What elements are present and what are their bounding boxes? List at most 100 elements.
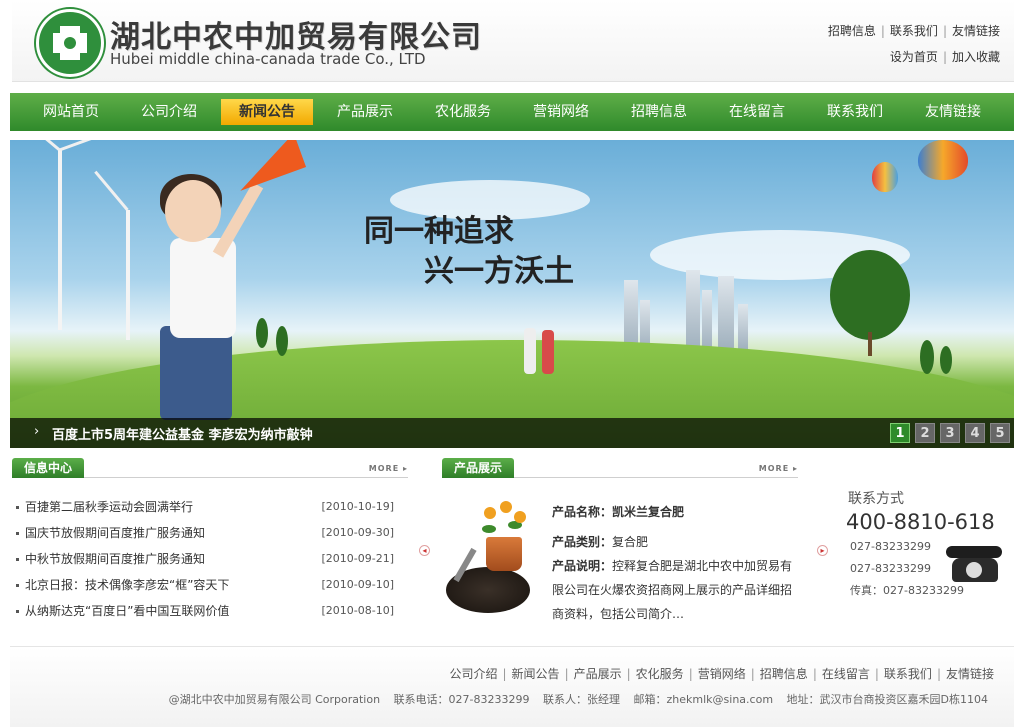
footer-phone: 联系电话：027-83233299 bbox=[393, 693, 530, 706]
news-date: [2010-08-10] bbox=[321, 604, 394, 617]
product-desc-label: 产品说明： bbox=[552, 559, 613, 573]
footer-links: 公司介绍 | 新闻公告 | 产品展示 | 农化服务 | 营销网络 | 招聘信息 | 在线留言 | 联系我们 |… bbox=[449, 667, 994, 681]
footer-link-products[interactable]: 产品展示 bbox=[574, 667, 622, 681]
list-item[interactable]: 北京日报：技术偶像李彦宏“框”容天下 [2010-09-10] bbox=[16, 575, 394, 601]
nav-item-recruit[interactable]: 招聘信息 bbox=[610, 99, 708, 125]
news-list: 百捷第二届秋季运动会圆满举行 [2010-10-19] 国庆节放假期间百度推广服务… bbox=[16, 497, 394, 627]
company-logo[interactable] bbox=[36, 9, 104, 77]
hot-air-balloon-icon bbox=[918, 140, 968, 180]
top-link-friends[interactable]: 友情链接 bbox=[952, 24, 1000, 38]
building bbox=[624, 280, 638, 350]
girl-figure-head bbox=[165, 180, 221, 242]
info-center-title: 信息中心 bbox=[12, 458, 85, 478]
banner-caption-bar: › 百度上市5周年建公益基金 李彦宏为纳市敲钟 1 2 3 4 5 bbox=[10, 418, 1014, 448]
tree-trunk bbox=[868, 332, 872, 356]
tree-icon bbox=[940, 346, 952, 374]
banner-caption-link[interactable]: 百度上市5周年建公益基金 李彦宏为纳市敲钟 bbox=[52, 424, 313, 443]
banner-page-2[interactable]: 2 bbox=[915, 423, 935, 443]
nav-item-products[interactable]: 产品展示 bbox=[316, 99, 414, 125]
product-image[interactable] bbox=[446, 497, 532, 615]
leaf bbox=[482, 525, 496, 533]
nav-item-message[interactable]: 在线留言 bbox=[708, 99, 806, 125]
site-footer: 公司介绍 | 新闻公告 | 产品展示 | 农化服务 | 营销网络 | 招聘信息 | 在线留言 | 联系我们 |… bbox=[10, 646, 1014, 727]
next-arrow-icon[interactable]: ▸ bbox=[817, 545, 828, 556]
footer-info: @湖北中农中加贸易有限公司 Corporation 联系电话：027-83233… bbox=[169, 691, 988, 707]
nav-item-friends[interactable]: 友情链接 bbox=[904, 99, 1002, 125]
building bbox=[702, 290, 712, 350]
flower-icon bbox=[514, 511, 526, 523]
news-date: [2010-09-21] bbox=[321, 552, 394, 565]
nav-item-news[interactable]: 新闻公告 bbox=[221, 99, 313, 125]
flower-icon bbox=[484, 507, 496, 519]
footer-link-friends[interactable]: 友情链接 bbox=[946, 667, 994, 681]
banner-page-1[interactable]: 1 bbox=[890, 423, 910, 443]
set-homepage-link[interactable]: 设为首页 bbox=[890, 50, 938, 64]
footer-link-about[interactable]: 公司介绍 bbox=[449, 667, 497, 681]
product-name[interactable]: 凯米兰复合肥 bbox=[612, 505, 684, 519]
products-more-link[interactable]: MORE ▸ bbox=[759, 464, 798, 473]
list-item[interactable]: 国庆节放假期间百度推广服务通知 [2010-09-30] bbox=[16, 523, 394, 549]
add-favorite-link[interactable]: 加入收藏 bbox=[952, 50, 1000, 64]
logo-center bbox=[64, 37, 76, 49]
news-title[interactable]: 国庆节放假期间百度推广服务通知 bbox=[25, 526, 205, 540]
banner-page-5[interactable]: 5 bbox=[990, 423, 1010, 443]
girl-figure-legs bbox=[160, 326, 232, 420]
list-item[interactable]: 中秋节放假期间百度推广服务通知 [2010-09-21] bbox=[16, 549, 394, 575]
nav-item-home[interactable]: 网站首页 bbox=[22, 99, 120, 125]
news-title[interactable]: 中秋节放假期间百度推广服务通知 bbox=[25, 552, 205, 566]
footer-link-agri-service[interactable]: 农化服务 bbox=[636, 667, 684, 681]
tree-icon bbox=[830, 250, 910, 340]
top-link-contact[interactable]: 联系我们 bbox=[890, 24, 938, 38]
product-info: 产品名称：凯米兰复合肥 产品类别：复合肥 产品说明：控释复合肥是湖北中农中加贸易… bbox=[552, 500, 802, 626]
info-center-more-link[interactable]: MORE ▸ bbox=[369, 464, 408, 473]
banner-slogan-line1: 同一种追求 bbox=[364, 214, 514, 249]
tree-icon bbox=[256, 318, 268, 348]
news-title[interactable]: 从纳斯达克“百度日”看中国互联网价值 bbox=[25, 604, 229, 618]
wind-turbine-icon bbox=[58, 150, 62, 330]
banner-page-3[interactable]: 3 bbox=[940, 423, 960, 443]
list-item[interactable]: 百捷第二届秋季运动会圆满举行 [2010-10-19] bbox=[16, 497, 394, 523]
nav-item-agri-service[interactable]: 农化服务 bbox=[414, 99, 512, 125]
footer-link-contact[interactable]: 联系我们 bbox=[884, 667, 932, 681]
product-type-label: 产品类别： bbox=[552, 535, 613, 549]
footer-link-message[interactable]: 在线留言 bbox=[822, 667, 870, 681]
banner-slogan-line2: 兴一方沃土 bbox=[424, 254, 574, 289]
walking-couple bbox=[524, 328, 558, 378]
bullet-icon bbox=[16, 506, 19, 509]
news-title[interactable]: 北京日报：技术偶像李彦宏“框”容天下 bbox=[25, 578, 229, 592]
nav-item-contact[interactable]: 联系我们 bbox=[806, 99, 904, 125]
prev-arrow-icon[interactable]: ◂ bbox=[419, 545, 430, 556]
flower-pot-icon bbox=[486, 537, 522, 571]
product-type: 复合肥 bbox=[612, 535, 649, 549]
product-name-label: 产品名称： bbox=[552, 505, 613, 519]
bullet-icon bbox=[16, 558, 19, 561]
nav-item-about[interactable]: 公司介绍 bbox=[120, 99, 218, 125]
contact-hotline: 400-8810-618 bbox=[846, 510, 995, 534]
tree-icon bbox=[276, 326, 288, 356]
bullet-icon bbox=[16, 532, 19, 535]
nav-item-network[interactable]: 营销网络 bbox=[512, 99, 610, 125]
footer-link-recruit[interactable]: 招聘信息 bbox=[760, 667, 808, 681]
building bbox=[738, 304, 748, 350]
info-center-header: 信息中心 MORE ▸ bbox=[12, 458, 408, 478]
top-links-row2: 设为首页 | 加入收藏 bbox=[889, 50, 1000, 64]
news-date: [2010-10-19] bbox=[321, 500, 394, 513]
products-header: 产品展示 MORE ▸ bbox=[442, 458, 798, 478]
contact-title: 联系方式 bbox=[848, 491, 904, 507]
hero-banner[interactable]: 同一种追求 兴一方沃土 › 百度上市5周年建公益基金 李彦宏为纳市敲钟 1 2 … bbox=[10, 140, 1014, 448]
news-title[interactable]: 百捷第二届秋季运动会圆满举行 bbox=[25, 500, 193, 514]
hot-air-balloon-icon bbox=[872, 162, 898, 192]
top-link-recruit[interactable]: 招聘信息 bbox=[828, 24, 876, 38]
banner-page-4[interactable]: 4 bbox=[965, 423, 985, 443]
footer-link-network[interactable]: 营销网络 bbox=[698, 667, 746, 681]
building bbox=[686, 270, 700, 350]
bullet-icon bbox=[16, 610, 19, 613]
footer-address: 地址：武汉市台商投资区嘉禾园D栋1104 bbox=[786, 693, 988, 706]
turbine-blade bbox=[94, 170, 129, 211]
building bbox=[718, 276, 734, 350]
paper-plane-icon bbox=[227, 140, 307, 191]
bullet-icon bbox=[16, 584, 19, 587]
footer-link-news[interactable]: 新闻公告 bbox=[512, 667, 560, 681]
turbine-blade bbox=[58, 140, 126, 152]
list-item[interactable]: 从纳斯达克“百度日”看中国互联网价值 [2010-08-10] bbox=[16, 601, 394, 627]
